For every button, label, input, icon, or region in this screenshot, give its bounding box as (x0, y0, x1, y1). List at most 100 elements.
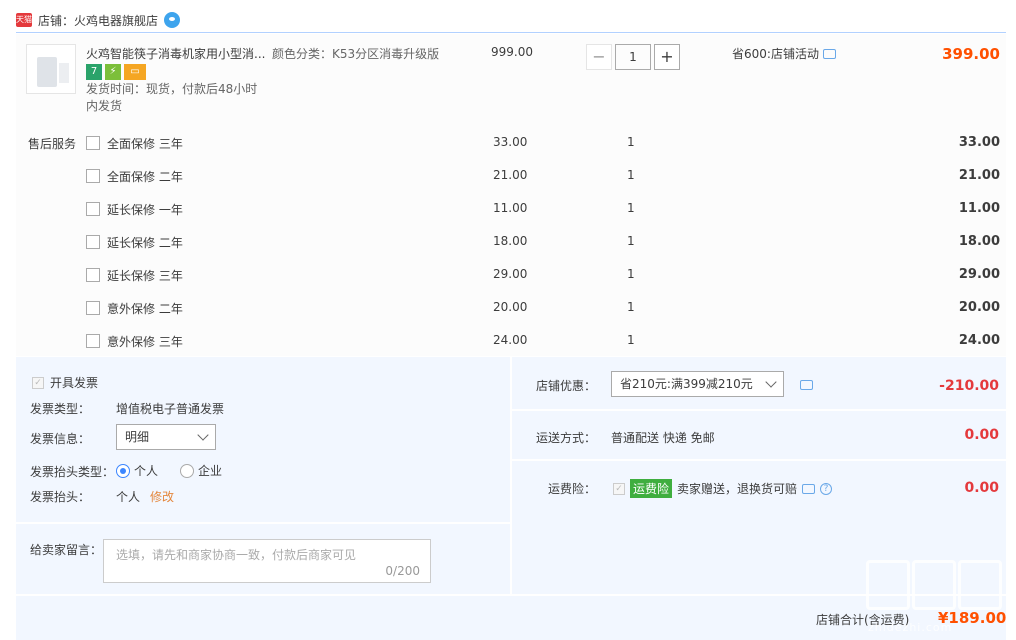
service-row: 全面保修 三年 33.00 1 33.00 (86, 134, 1006, 154)
service-price: 33.00 (493, 135, 528, 149)
seven-day-return-icon[interactable]: 7 (86, 64, 102, 80)
invoice-edit-link[interactable]: 修改 (150, 488, 174, 505)
service-qty: 1 (627, 135, 635, 149)
discount-message-icon[interactable] (800, 380, 813, 390)
service-subtotal: 29.00 (958, 267, 1000, 282)
decrease-button[interactable]: − (586, 44, 612, 70)
message-textarea[interactable]: 选填，请先和商家协商一致，付款后商家可见 0/200 (103, 539, 431, 583)
discount-amount: -210.00 (939, 378, 999, 394)
watermark-glyph (958, 560, 1002, 610)
watermark-logo-icon (866, 560, 1002, 610)
invoice-checkbox[interactable]: ✓ (32, 376, 44, 389)
service-price: 18.00 (493, 234, 528, 248)
quantity-stepper: − 1 + (586, 44, 680, 70)
freight-insurance-row: ✓ 运费险 卖家赠送，退换货可赔 ? (613, 479, 833, 498)
chevron-down-icon (765, 376, 777, 388)
service-name: 意外保修 二年 (107, 302, 183, 316)
product-thumbnail[interactable] (26, 44, 76, 94)
radio-company-group[interactable]: 企业 (180, 462, 222, 479)
watermark-text: zhidezhi.com (868, 621, 953, 634)
shop-name[interactable]: 店铺：火鸡电器旗舰店 (38, 12, 158, 29)
service-row: 全面保修 二年 21.00 1 21.00 (86, 167, 1006, 187)
service-checkbox[interactable] (86, 202, 100, 216)
service-row: 意外保修 三年 24.00 1 24.00 (86, 332, 1006, 352)
service-subtotal: 18.00 (958, 234, 1000, 249)
quantity-input[interactable]: 1 (615, 44, 651, 70)
invoice-info-label: 发票信息： (30, 432, 91, 446)
invoice-open-label: 开具发票 (50, 376, 99, 390)
service-price: 29.00 (493, 267, 528, 281)
service-price: 24.00 (493, 333, 528, 347)
promo-text: 省600:店铺活动 (732, 47, 819, 61)
chevron-down-icon (197, 429, 209, 441)
service-subtotal: 11.00 (958, 201, 1000, 216)
freight-insurance-text: 卖家赠送，退换货可赔 (677, 482, 798, 496)
radio-personal[interactable] (116, 463, 130, 478)
header-divider (16, 32, 1006, 33)
discount-selected: 省210元:满399减210元 (620, 377, 753, 391)
invoice-info-value: 明细 (125, 430, 150, 444)
service-name: 意外保修 三年 (107, 335, 183, 349)
service-checkbox[interactable] (86, 301, 100, 315)
freight-insurance-amount: 0.00 (964, 480, 999, 496)
service-subtotal: 21.00 (958, 168, 1000, 183)
shop-header: 天猫 店铺：火鸡电器旗舰店 (16, 10, 181, 30)
promo-message-icon[interactable] (822, 48, 836, 59)
invoice-info-select[interactable]: 明细 (116, 424, 216, 450)
service-subtotal: 24.00 (958, 333, 1000, 348)
radio-company[interactable] (180, 463, 194, 478)
unit-price: 999.00 (491, 45, 533, 59)
invoice-type-label: 发票类型： (30, 402, 91, 416)
delivery-value: 普通配送 快递 免邮 (611, 431, 715, 445)
service-icons: 7 ⚡ ▭ (86, 64, 146, 80)
increase-button[interactable]: + (654, 44, 680, 70)
service-qty: 1 (627, 234, 635, 248)
message-counter: 0/200 (385, 564, 420, 578)
service-checkbox[interactable] (86, 334, 100, 348)
service-checkbox[interactable] (86, 268, 100, 282)
service-row: 意外保修 二年 20.00 1 20.00 (86, 299, 1006, 319)
freight-insurance-tag: 运费险 (630, 479, 673, 498)
service-qty: 1 (627, 267, 635, 281)
service-price: 11.00 (493, 201, 528, 215)
invoice-header-label: 发票抬头： (30, 490, 91, 504)
watermark-glyph (866, 560, 910, 610)
credit-card-icon[interactable]: ▭ (124, 64, 146, 80)
watermark-glyph (912, 560, 956, 610)
invoice-toggle: ✓ 开具发票 (32, 374, 98, 391)
product-image-detail (59, 63, 69, 83)
service-row: 延长保修 一年 11.00 1 11.00 (86, 200, 1006, 220)
item-subtotal: 399.00 (942, 45, 1000, 63)
service-checkbox[interactable] (86, 235, 100, 249)
service-subtotal: 33.00 (958, 135, 1000, 150)
help-icon[interactable]: ? (820, 482, 833, 495)
service-name: 全面保修 二年 (107, 170, 183, 184)
radio-personal-group[interactable]: 个人 (116, 462, 158, 479)
radio-personal-label: 个人 (134, 464, 159, 478)
shipping-info: 发货时间：现货，付款后48小时 内发货 (86, 81, 266, 115)
wangwang-chat-icon[interactable] (164, 12, 181, 28)
radio-company-label: 企业 (198, 464, 223, 478)
freight-insurance-checkbox[interactable]: ✓ (613, 482, 625, 495)
invoice-type-value: 增值税电子普通发票 (116, 402, 225, 416)
product-title[interactable]: 火鸡智能筷子消毒机家用小型消... (86, 45, 266, 62)
delivery-label: 运送方式： (536, 431, 597, 445)
freight-message-icon[interactable] (802, 483, 816, 494)
discount-select[interactable]: 省210元:满399减210元 (611, 371, 784, 397)
discount-label: 店铺优惠： (536, 379, 597, 393)
service-price: 21.00 (493, 168, 528, 182)
sku-info: 颜色分类：K53分区消毒升级版 (272, 47, 440, 61)
service-name: 全面保修 三年 (107, 137, 183, 151)
shipping-line-2: 内发货 (86, 99, 123, 113)
service-qty: 1 (627, 168, 635, 182)
service-checkbox[interactable] (86, 136, 100, 150)
shipping-line-1: 发货时间：现货，付款后48小时 (86, 82, 258, 96)
services-label: 售后服务 (28, 137, 77, 151)
service-checkbox[interactable] (86, 169, 100, 183)
guarantee-icon[interactable]: ⚡ (105, 64, 121, 80)
invoice-header-value: 个人 (116, 490, 141, 504)
service-qty: 1 (627, 201, 635, 215)
product-image-icon (37, 57, 57, 87)
message-label: 给卖家留言： (30, 543, 103, 557)
invoice-header-type-label: 发票抬头类型： (30, 465, 115, 479)
